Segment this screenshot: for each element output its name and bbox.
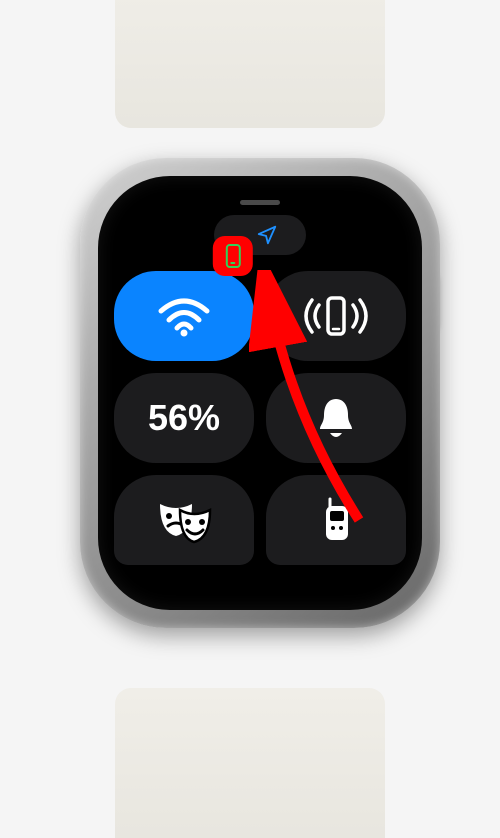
battery-tile[interactable]: 56% xyxy=(114,373,254,463)
apple-watch-frame: 56% xyxy=(40,18,460,798)
walkie-talkie-tile[interactable] xyxy=(266,475,406,565)
theater-masks-icon xyxy=(154,496,214,544)
wifi-tile[interactable] xyxy=(114,271,254,361)
wifi-icon xyxy=(157,295,211,337)
phone-connected-highlight xyxy=(213,236,253,276)
control-grid: 56% xyxy=(114,271,406,565)
silent-mode-tile[interactable] xyxy=(266,373,406,463)
watch-screen: 56% xyxy=(98,176,422,610)
battery-label: 56% xyxy=(148,397,220,439)
walkie-talkie-icon xyxy=(316,496,356,544)
phone-connected-icon xyxy=(225,244,240,268)
ping-phone-icon xyxy=(301,292,371,340)
theater-mode-tile[interactable] xyxy=(114,475,254,565)
control-center[interactable]: 56% xyxy=(114,200,406,592)
watch-band-top xyxy=(115,0,385,128)
ping-iphone-tile[interactable] xyxy=(266,271,406,361)
watch-case: 56% xyxy=(80,158,440,628)
location-arrow-icon xyxy=(256,224,278,246)
bell-icon xyxy=(315,395,357,441)
grabber-handle[interactable] xyxy=(240,200,280,205)
